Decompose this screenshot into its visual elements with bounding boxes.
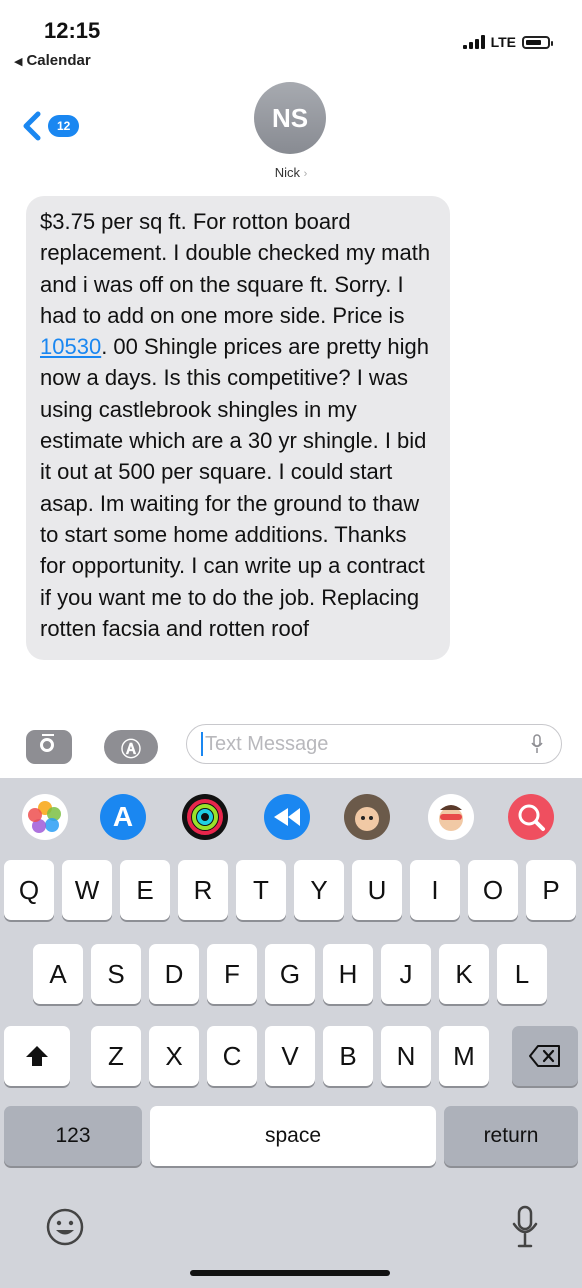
memoji-boy-icon[interactable] [428, 794, 474, 840]
key-j[interactable]: J [381, 944, 431, 1004]
shift-icon [26, 1046, 48, 1066]
message-text-part-2: . 00 Shingle prices are pretty high now … [40, 334, 429, 641]
key-d[interactable]: D [149, 944, 199, 1004]
key-z[interactable]: Z [91, 1026, 141, 1086]
unread-count-badge: 12 [48, 115, 80, 137]
key-p[interactable]: P [526, 860, 576, 920]
key-a[interactable]: A [33, 944, 83, 1004]
key-l[interactable]: L [497, 944, 547, 1004]
key-h[interactable]: H [323, 944, 373, 1004]
key-e[interactable]: E [120, 860, 170, 920]
back-to-app-link[interactable]: ◀ Calendar [14, 52, 91, 69]
key-v[interactable]: V [265, 1026, 315, 1086]
back-triangle-icon: ◀ [14, 56, 23, 68]
app-store-icon: Ⓐ [121, 738, 141, 761]
app-drawer: A [0, 790, 582, 850]
key-m[interactable]: M [439, 1026, 489, 1086]
activity-icon[interactable] [182, 794, 228, 840]
key-n[interactable]: N [381, 1026, 431, 1086]
message-placeholder: Text Message [205, 732, 329, 755]
key-i[interactable]: I [410, 860, 460, 920]
phone-number-link[interactable]: 10530 [40, 334, 101, 359]
camera-lens [40, 738, 54, 752]
key-t[interactable]: T [236, 860, 286, 920]
message-input[interactable]: Text Message [186, 724, 562, 764]
battery-icon [522, 35, 553, 49]
shift-key[interactable] [4, 1026, 70, 1086]
key-k[interactable]: K [439, 944, 489, 1004]
contact-avatar[interactable]: NS [254, 82, 326, 154]
app-store-icon[interactable]: A [100, 794, 146, 840]
key-r[interactable]: R [178, 860, 228, 920]
numbers-key[interactable]: 123 [4, 1106, 142, 1166]
contact-name: Nick [274, 165, 300, 180]
emoji-icon[interactable] [44, 1206, 86, 1248]
key-f[interactable]: F [207, 944, 257, 1004]
status-indicators: LTE [462, 34, 553, 50]
keyboard: A Q W E R T Y U I O P A S D F G H J K L … [0, 778, 582, 1288]
message-bubble[interactable]: $3.75 per sq ft. For rotton board replac… [26, 196, 450, 661]
message-text-part-1: $3.75 per sq ft. For rotton board replac… [40, 209, 431, 328]
text-cursor [201, 732, 203, 756]
chevron-left-icon [23, 111, 41, 141]
key-b[interactable]: B [323, 1026, 373, 1086]
microphone-icon[interactable] [510, 1204, 540, 1250]
key-u[interactable]: U [352, 860, 402, 920]
camera-button[interactable] [26, 730, 72, 764]
key-s[interactable]: S [91, 944, 141, 1004]
back-app-label: Calendar [26, 52, 91, 69]
dictation-mic-icon[interactable] [531, 734, 543, 754]
app-store-button[interactable]: Ⓐ [104, 730, 158, 764]
return-key[interactable]: return [444, 1106, 578, 1166]
input-bar: Ⓐ Text Message [0, 718, 582, 774]
key-q[interactable]: Q [4, 860, 54, 920]
network-type: LTE [490, 34, 516, 50]
space-key[interactable]: space [150, 1106, 436, 1166]
delete-key[interactable] [512, 1026, 578, 1086]
home-indicator[interactable] [190, 1270, 390, 1276]
backspace-icon [529, 1045, 560, 1067]
contact-name-button[interactable]: Nick › [0, 165, 582, 180]
key-o[interactable]: O [468, 860, 518, 920]
key-c[interactable]: C [207, 1026, 257, 1086]
memoji-sticker-icon[interactable] [264, 794, 310, 840]
key-g[interactable]: G [265, 944, 315, 1004]
status-time: 12:15 [44, 18, 101, 43]
key-w[interactable]: W [62, 860, 112, 920]
memoji-girl-icon[interactable] [344, 794, 390, 840]
conversation-area[interactable]: $3.75 per sq ft. For rotton board replac… [0, 196, 582, 708]
key-y[interactable]: Y [294, 860, 344, 920]
key-x[interactable]: X [149, 1026, 199, 1086]
images-search-icon[interactable] [508, 794, 554, 840]
keyboard-bottom-bar [0, 1198, 582, 1258]
chevron-right-icon: › [303, 168, 308, 180]
back-button[interactable]: 12 [20, 110, 80, 142]
photos-icon[interactable] [22, 794, 68, 840]
signal-icon [462, 35, 485, 49]
